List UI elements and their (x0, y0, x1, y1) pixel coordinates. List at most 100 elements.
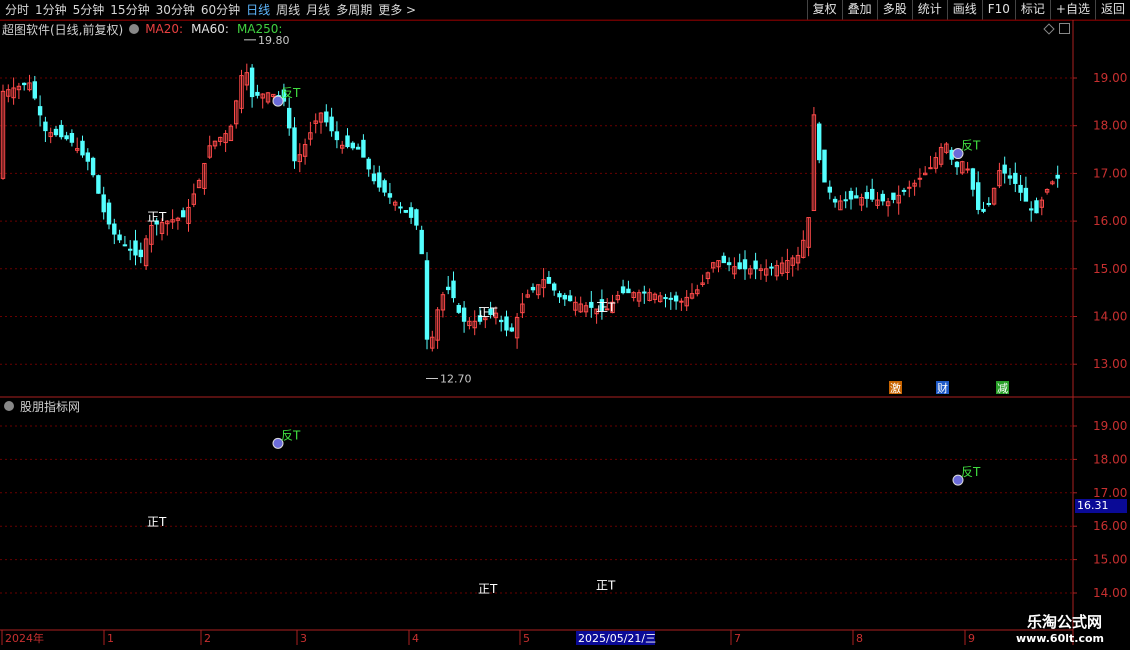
candle-body (419, 229, 424, 255)
candle-body (854, 195, 859, 199)
candle-body (917, 177, 923, 180)
candle-body (552, 283, 557, 291)
x-tick-label: 9 (968, 632, 975, 645)
candle-body (59, 124, 64, 138)
candle-body (986, 202, 991, 205)
candle-body (928, 167, 933, 170)
x-tick-label: 2024年 (5, 631, 44, 645)
candle-body (509, 327, 515, 332)
candle-body (249, 67, 255, 98)
candle-body (626, 288, 631, 294)
candle-body (451, 280, 456, 299)
candle-body (461, 307, 467, 322)
candle-body (965, 168, 970, 171)
candle-body (133, 240, 138, 256)
candle-body (408, 207, 414, 218)
candle-body (112, 223, 117, 235)
signal-label: 正T (596, 579, 616, 593)
candle-body (64, 135, 69, 140)
signal-label: 反T (961, 139, 981, 153)
candle-body (398, 206, 403, 209)
candle-body (891, 192, 896, 200)
candle-body (117, 234, 122, 241)
y-tick-label: 18.00 (1093, 119, 1127, 133)
candle-body (864, 192, 870, 199)
candle-body (1029, 208, 1034, 211)
candle-body (22, 82, 27, 86)
candle-body (43, 121, 48, 132)
candle-body (1055, 174, 1060, 179)
signal-label: 正T (596, 301, 616, 315)
candle-body (679, 300, 684, 303)
candle-body (355, 146, 361, 150)
candle-body (567, 295, 573, 302)
candle-body (620, 286, 626, 294)
candle-body (1013, 172, 1018, 184)
signal-label: 反T (281, 86, 301, 100)
watermark-url: www.60lt.com (1015, 632, 1104, 645)
candle-body (32, 81, 37, 99)
candle-body (403, 209, 409, 213)
candle-body (37, 106, 43, 116)
signal-label: 正T (147, 515, 167, 529)
candle-body (832, 198, 838, 203)
kline-chart[interactable]: 19.00 18.00 17.00 16.00 15.00 14.00 13.00 19.00… (0, 0, 1130, 650)
y-tick-label: 15.00 (1093, 262, 1127, 276)
candle-body (1034, 200, 1039, 214)
candle-body (530, 286, 536, 291)
x-tick-label: 7 (734, 632, 741, 645)
candle-body (901, 189, 907, 192)
candle-body (499, 319, 504, 323)
candle-body (589, 301, 594, 308)
candle-body (721, 255, 726, 264)
candle-body (387, 193, 393, 198)
candle-body (138, 249, 144, 258)
candle-body (350, 142, 356, 149)
candle-body (128, 248, 133, 251)
candle-body (456, 305, 462, 313)
candle-body (742, 259, 748, 270)
y-tick-label: 17.00 (1093, 486, 1127, 500)
candle-body (726, 262, 732, 266)
candle-body (361, 139, 366, 158)
candle-body (848, 190, 854, 200)
y-tick-label: 17.00 (1093, 166, 1127, 180)
event-tag-label: 财 (937, 381, 948, 395)
candle-body (106, 202, 112, 225)
candle-body (546, 276, 552, 284)
high-price-label: 19.80 (258, 34, 290, 47)
candle-body (880, 193, 885, 202)
y-tick-label: 15.00 (1093, 553, 1127, 567)
candle-body (345, 135, 350, 148)
y-tick-label: 16.00 (1093, 519, 1127, 533)
signal-label: 反T (961, 465, 981, 479)
candle-body (557, 293, 562, 298)
y-tick-label: 13.00 (1093, 357, 1127, 371)
candle-body (907, 186, 912, 189)
candle-body (377, 172, 382, 188)
y-tick-label: 19.00 (1093, 419, 1127, 433)
candle-body (292, 127, 297, 162)
y-tick-label: 18.00 (1093, 452, 1127, 466)
candle-body (562, 294, 567, 300)
watermark-title: 乐淘公式网 (1026, 613, 1102, 631)
candle-body (753, 260, 758, 270)
candle-body (287, 107, 292, 129)
signal-label: 反T (281, 428, 301, 442)
candle-body (976, 182, 981, 210)
candle-body (101, 194, 106, 213)
candle-body (1018, 184, 1023, 193)
current-price-label: 16.31 (1075, 499, 1127, 513)
candle-body (843, 199, 848, 202)
candle-body (382, 180, 387, 193)
candle-body (822, 149, 827, 183)
candle-body (504, 316, 509, 331)
x-tick-label: 1 (107, 632, 114, 645)
candle-body (96, 175, 101, 194)
x-tick-label: 3 (300, 632, 307, 645)
candle-body (334, 131, 340, 141)
candle-body (446, 286, 451, 291)
candle-body (85, 152, 90, 162)
candle-body (954, 161, 960, 168)
low-price-label: 12.70 (440, 373, 472, 386)
